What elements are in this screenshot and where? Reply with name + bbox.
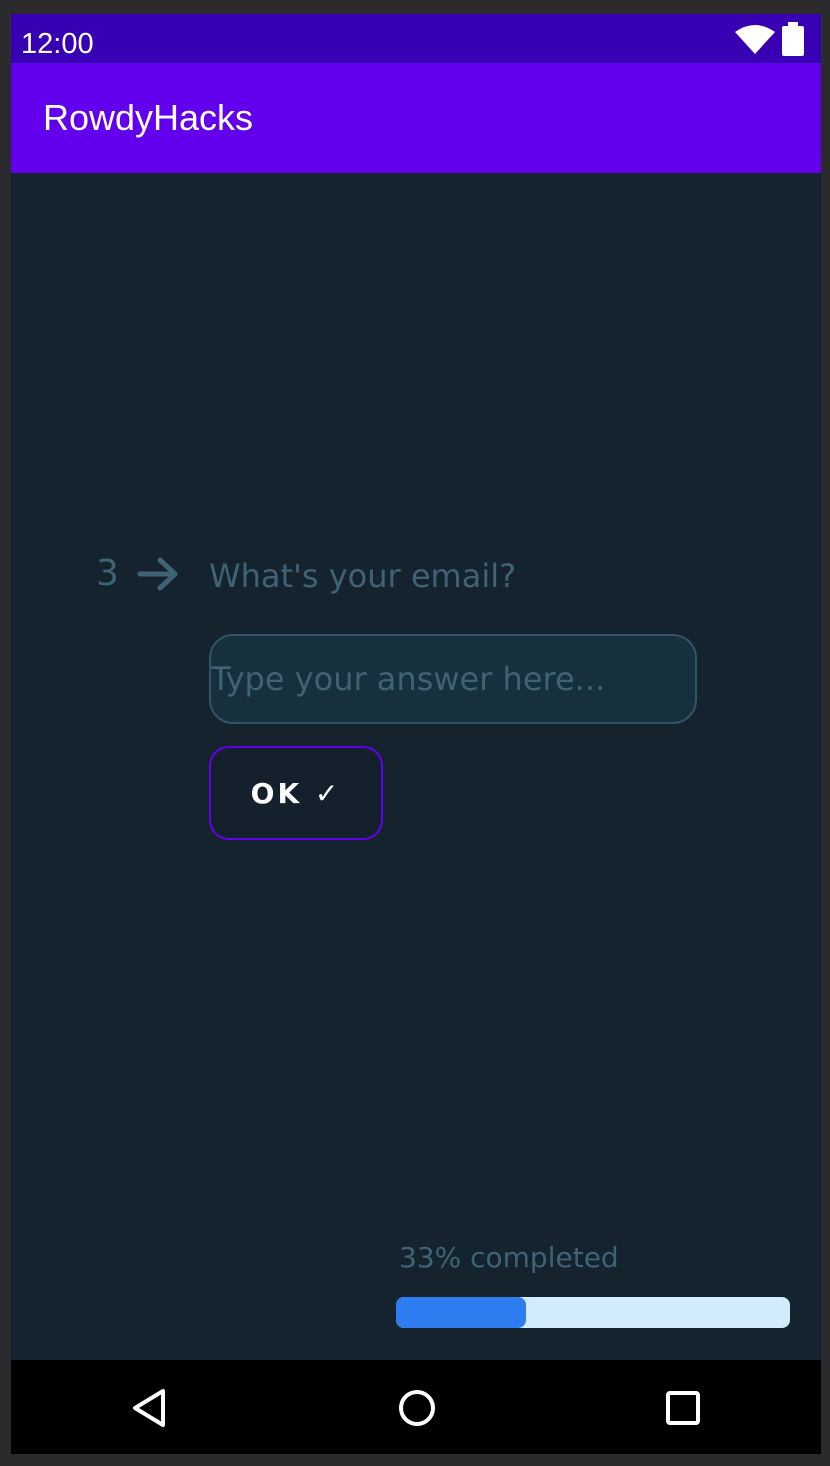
recents-icon[interactable] — [665, 1390, 701, 1426]
app-title: RowdyHacks — [43, 97, 254, 138]
progress-fill — [396, 1297, 527, 1328]
progress-label: 33% completed — [399, 1241, 619, 1274]
question-number: 3 — [96, 553, 119, 594]
battery-icon — [782, 22, 804, 56]
status-bar: 12:00 — [11, 14, 821, 63]
arrow-right-icon — [137, 557, 178, 591]
navigation-bar — [11, 1360, 821, 1454]
phone-screen: 12:00 RowdyHacks 3 What's your email? OK… — [11, 14, 821, 1454]
progress-bar — [396, 1297, 790, 1328]
status-time: 12:00 — [21, 28, 94, 60]
app-bar: RowdyHacks — [11, 63, 821, 173]
answer-input[interactable] — [209, 634, 697, 724]
home-icon[interactable] — [397, 1388, 437, 1428]
back-icon[interactable] — [131, 1388, 167, 1428]
question-text: What's your email? — [209, 557, 517, 595]
wifi-icon — [735, 25, 775, 54]
ok-button[interactable]: OK ✓ — [209, 746, 383, 840]
